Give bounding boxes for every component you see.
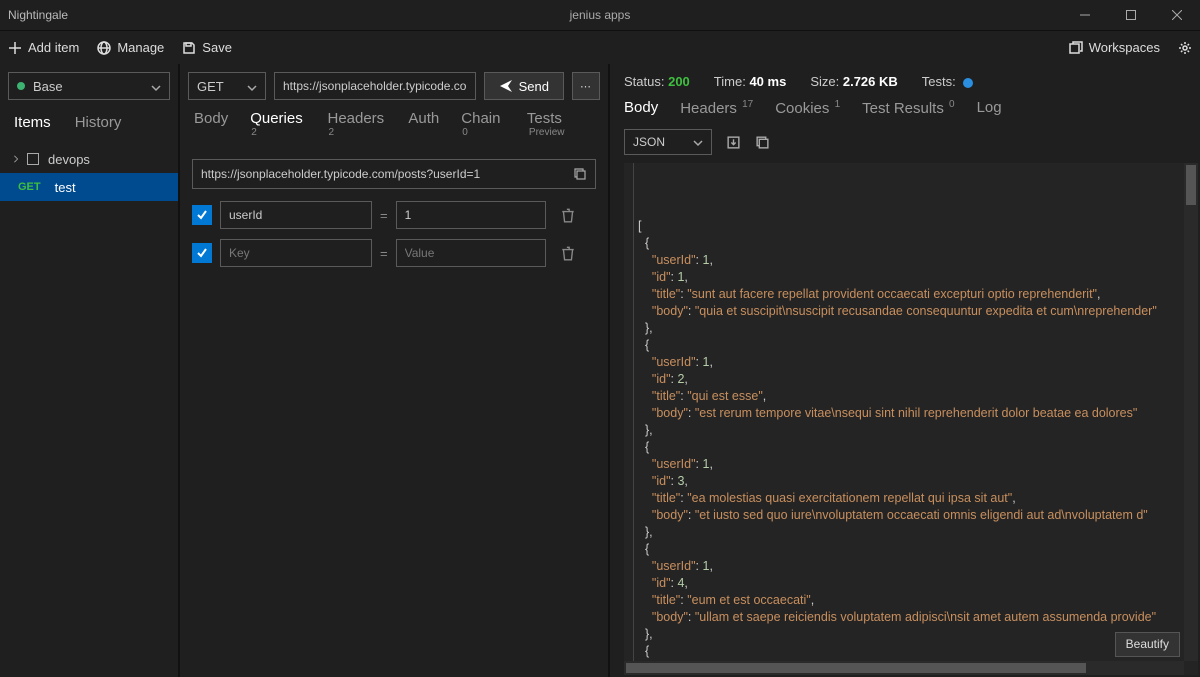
param-enabled-checkbox[interactable] <box>192 205 212 225</box>
send-button[interactable]: Send <box>484 72 564 100</box>
delete-icon[interactable] <box>560 207 576 223</box>
folder-label: devops <box>48 152 90 167</box>
maximize-button[interactable] <box>1108 0 1154 30</box>
request-tab-headers[interactable]: Headers 2 <box>327 110 386 145</box>
copy-icon[interactable] <box>573 167 587 181</box>
request-tab-auth[interactable]: Auth <box>408 110 439 145</box>
workspaces-label: Workspaces <box>1089 40 1160 55</box>
request-tab-body[interactable]: Body <box>194 110 228 145</box>
tree-folder-devops[interactable]: devops <box>0 145 178 173</box>
download-icon[interactable] <box>726 135 741 150</box>
sidebar-tab-history[interactable]: History <box>75 114 122 131</box>
size-label: Size: 2.726 KB <box>810 74 897 89</box>
request-panel: GET Send ⋯ Body Queries 2 Headers 2 Auth… <box>178 64 610 677</box>
tests-label: Tests: <box>922 74 974 89</box>
copy-icon[interactable] <box>755 135 770 150</box>
chevron-down-icon <box>151 81 161 91</box>
request-name-label: test <box>55 180 76 195</box>
url-input[interactable] <box>274 72 476 100</box>
plus-icon <box>8 41 22 55</box>
save-icon <box>182 41 196 55</box>
send-icon <box>499 79 513 93</box>
save-button[interactable]: Save <box>182 40 232 55</box>
equals-sign: = <box>380 246 388 261</box>
response-format-select[interactable]: JSON <box>624 129 712 155</box>
request-tab-chain[interactable]: Chain 0 <box>461 110 505 145</box>
param-row: = <box>180 239 608 277</box>
chevron-down-icon <box>247 81 257 91</box>
equals-sign: = <box>380 208 388 223</box>
param-value-input[interactable] <box>396 239 546 267</box>
app-toolbar: Add item Manage Save Workspaces <box>0 30 1200 64</box>
param-key-input[interactable] <box>220 239 372 267</box>
close-button[interactable] <box>1154 0 1200 30</box>
chevron-right-icon <box>10 155 22 163</box>
send-label: Send <box>519 79 549 94</box>
workspaces-icon <box>1069 41 1083 55</box>
titlebar: Nightingale jenius apps <box>0 0 1200 30</box>
fold-gutter[interactable] <box>624 163 634 675</box>
full-url-display: https://jsonplaceholder.typicode.com/pos… <box>192 159 596 189</box>
save-label: Save <box>202 40 232 55</box>
param-row: = <box>180 201 608 239</box>
response-tab-log[interactable]: Log <box>977 99 1002 117</box>
horizontal-scrollbar[interactable] <box>624 661 1184 675</box>
request-tab-queries[interactable]: Queries 2 <box>250 110 305 145</box>
format-label: JSON <box>633 135 665 149</box>
tree-request-test[interactable]: GET test <box>0 173 178 201</box>
app-name: Nightingale <box>8 8 68 22</box>
env-status-dot <box>17 82 25 90</box>
send-more-button[interactable]: ⋯ <box>572 72 600 100</box>
manage-button[interactable]: Manage <box>97 40 164 55</box>
response-tab-headers[interactable]: Headers 17 <box>680 99 753 117</box>
sidebar-tab-items[interactable]: Items <box>14 114 51 131</box>
response-tab-body[interactable]: Body <box>624 99 658 117</box>
workspace-name: jenius apps <box>570 8 631 22</box>
add-item-label: Add item <box>28 40 79 55</box>
window-controls <box>1062 0 1200 30</box>
globe-icon <box>97 41 111 55</box>
folder-icon <box>26 152 40 166</box>
settings-button[interactable] <box>1178 41 1192 55</box>
workspaces-button[interactable]: Workspaces <box>1069 40 1160 55</box>
response-panel: Status: 200 Time: 40 ms Size: 2.726 KB T… <box>610 64 1200 677</box>
beautify-button[interactable]: Beautify <box>1115 632 1180 657</box>
tests-status-dot <box>963 78 973 88</box>
add-item-button[interactable]: Add item <box>8 40 79 55</box>
param-value-input[interactable] <box>396 201 546 229</box>
time-label: Time: 40 ms <box>714 74 787 89</box>
request-tree: devops GET test <box>0 141 178 205</box>
request-method-badge: GET <box>18 181 41 193</box>
status-label: Status: 200 <box>624 74 690 89</box>
response-tab-tests[interactable]: Test Results 0 <box>862 99 954 117</box>
environment-select[interactable]: Base <box>8 72 170 100</box>
param-enabled-checkbox[interactable] <box>192 243 212 263</box>
method-label: GET <box>197 79 224 94</box>
gear-icon <box>1178 41 1192 55</box>
chevron-down-icon <box>693 137 703 147</box>
delete-icon[interactable] <box>560 245 576 261</box>
sidebar: Base Items History devops GET test <box>0 64 178 677</box>
minimize-button[interactable] <box>1062 0 1108 30</box>
full-url-text: https://jsonplaceholder.typicode.com/pos… <box>201 167 573 181</box>
vertical-scrollbar[interactable] <box>1184 163 1198 661</box>
response-body-viewer[interactable]: [ { "userId": 1, "id": 1, "title": "sunt… <box>624 163 1198 675</box>
env-label: Base <box>33 79 151 94</box>
param-key-input[interactable] <box>220 201 372 229</box>
response-tab-cookies[interactable]: Cookies 1 <box>775 99 840 117</box>
request-tab-tests[interactable]: Tests Preview <box>527 110 594 145</box>
method-select[interactable]: GET <box>188 72 266 100</box>
manage-label: Manage <box>117 40 164 55</box>
